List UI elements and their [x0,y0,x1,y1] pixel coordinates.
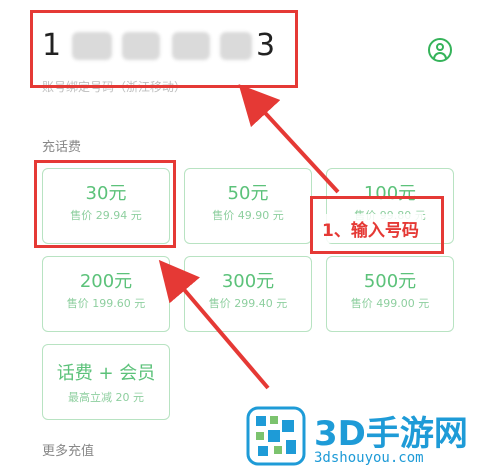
watermark-logo: 3D手游网 3dshouyou.com [236,400,500,472]
watermark-brand: 3D手游网 [314,414,468,454]
arrow-to-card [158,259,270,390]
watermark-url: 3dshouyou.com [314,450,424,466]
logo-mark-icon [246,406,306,466]
arrow-to-phone [238,84,340,194]
